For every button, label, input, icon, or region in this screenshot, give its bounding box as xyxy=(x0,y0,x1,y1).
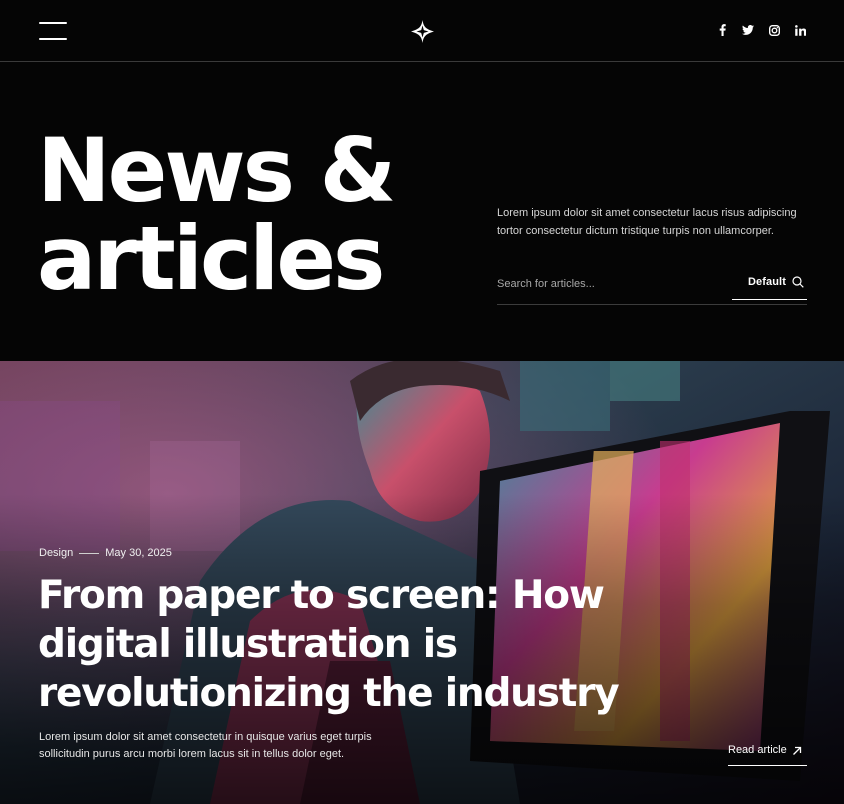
search-input[interactable] xyxy=(497,275,717,293)
article-category[interactable]: Design xyxy=(39,547,73,559)
search-icon xyxy=(792,276,804,288)
linkedin-icon[interactable] xyxy=(794,23,806,37)
page-title: News & articles xyxy=(37,119,396,310)
page-title-line-2: articles xyxy=(37,207,385,310)
page-title-line-1: News & xyxy=(37,119,396,222)
hero-section: News & articles Lorem ipsum dolor sit am… xyxy=(0,63,844,361)
search-bar: Default xyxy=(497,271,807,305)
arrow-up-right-icon xyxy=(792,746,801,755)
article-title[interactable]: From paper to screen: How digital illust… xyxy=(38,571,718,718)
article-excerpt: Lorem ipsum dolor sit amet consectetur i… xyxy=(39,731,372,760)
social-links xyxy=(716,23,806,37)
hamburger-menu-button[interactable] xyxy=(39,22,67,40)
featured-article[interactable]: Design May 30, 2025 From paper to screen… xyxy=(0,361,844,804)
article-date: May 30, 2025 xyxy=(105,547,172,559)
intro-text: Lorem ipsum dolor sit amet consectetur l… xyxy=(497,207,797,237)
read-article-label: Read article xyxy=(728,744,787,756)
article-meta: Design May 30, 2025 xyxy=(39,547,172,559)
read-article-link[interactable]: Read article xyxy=(728,744,807,766)
instagram-icon[interactable] xyxy=(768,23,780,37)
hamburger-icon-line-top xyxy=(39,22,67,24)
site-header xyxy=(0,0,844,62)
meta-divider xyxy=(79,552,100,554)
twitter-icon[interactable] xyxy=(742,23,754,37)
facebook-icon[interactable] xyxy=(716,23,728,37)
hamburger-icon-line-bottom xyxy=(39,38,67,40)
sort-default-button[interactable]: Default xyxy=(732,271,807,300)
four-point-star-logo[interactable] xyxy=(411,20,434,43)
sort-default-label: Default xyxy=(748,276,786,288)
